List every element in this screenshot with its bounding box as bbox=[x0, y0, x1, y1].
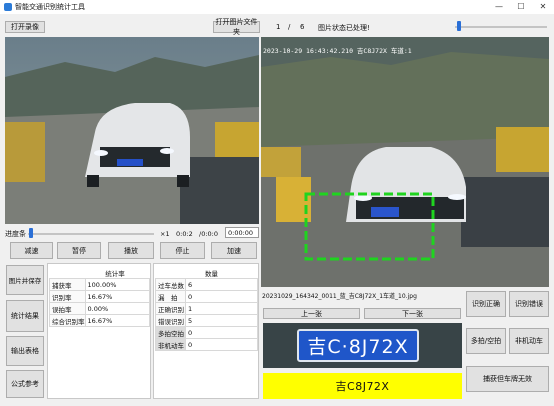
plate-crop-chars: 吉C·8J72X bbox=[297, 329, 419, 362]
stats-row: 识别率 16.67% bbox=[49, 290, 150, 303]
image-overlay-text: 2023-10-29 16:43:42.210 吉C8J72X 车道:1 bbox=[263, 47, 412, 55]
counts-row: 过车总数 6 bbox=[155, 278, 258, 291]
stats-row: 捕获率 100.00% bbox=[49, 278, 150, 291]
stats-header: 统计率 bbox=[105, 270, 125, 278]
counts-row-value: 0 bbox=[185, 290, 258, 303]
video-progress-thumb[interactable] bbox=[29, 228, 34, 238]
export-table-button[interactable]: 输出表格 bbox=[6, 336, 44, 366]
counts-row-value: 1 bbox=[185, 302, 258, 315]
counts-row-label: 非机动车 bbox=[155, 338, 186, 351]
video-player bbox=[5, 37, 259, 224]
counts-row: 错误识别 5 bbox=[155, 314, 258, 327]
stats-table-panel: 统计率 捕获率 100.00% 识别率 16.67% 误拍率 0.00% 综合识别率 16.6… bbox=[47, 263, 151, 399]
close-button[interactable]: ✕ bbox=[532, 0, 554, 14]
time-total: /0:0:0 bbox=[199, 230, 218, 238]
time-input[interactable]: 0:00:00 bbox=[225, 227, 259, 238]
stats-row-value: 100.00% bbox=[84, 278, 150, 291]
counts-row-value: 5 bbox=[185, 314, 258, 327]
speed-up-button[interactable]: 加速 bbox=[211, 242, 257, 259]
slow-button[interactable]: 减速 bbox=[10, 242, 53, 259]
page-current: 1 bbox=[276, 23, 281, 31]
non-motor-button[interactable]: 非机动车 bbox=[509, 328, 549, 354]
zoom-slider-thumb[interactable] bbox=[456, 21, 461, 31]
zoom-slider-track[interactable] bbox=[455, 26, 547, 28]
counts-row: 非机动车 0 bbox=[155, 338, 258, 351]
counts-row: 漏 拍0 bbox=[155, 290, 258, 303]
filename-label: 20231029_164342_0011_蓝_吉C8J72X_1车道_10.jp… bbox=[262, 293, 417, 300]
stats-table: 捕获率 100.00% 识别率 16.67% 误拍率 0.00% 综合识别率 16.67% bbox=[49, 278, 150, 327]
open-folder-button[interactable]: 打开图片文件夹 bbox=[213, 18, 260, 36]
counts-row: 多拍空拍 0 bbox=[155, 326, 258, 339]
counts-row-label: 漏 拍 bbox=[155, 290, 186, 303]
counts-table-panel: 数量 过车总数 6 漏 拍 0 正确识别 1 错误识别 5 多拍空拍 0 非机动车 0 bbox=[153, 263, 259, 399]
stats-result-button[interactable]: 统计结果 bbox=[6, 300, 44, 332]
counts-row: 正确识别 1 bbox=[155, 302, 258, 315]
counts-row-label: 过车总数 bbox=[155, 278, 186, 291]
title-bar: 智能交通识别统计工具 — ☐ ✕ bbox=[0, 0, 554, 14]
stats-row-label: 识别率 bbox=[49, 290, 86, 303]
stats-row-label: 捕获率 bbox=[49, 278, 86, 291]
video-progress-track[interactable] bbox=[28, 233, 154, 235]
stats-row-label: 误拍率 bbox=[49, 302, 86, 315]
play-button[interactable]: 播放 bbox=[108, 242, 154, 259]
plate-result-text: 吉C8J72X bbox=[263, 373, 462, 399]
captured-image: 2023-10-29 16:43:42.210 吉C8J72X 车道:1 bbox=[261, 37, 549, 287]
counts-row-label: 多拍空拍 bbox=[155, 326, 186, 339]
open-video-button[interactable]: 打开录像 bbox=[5, 21, 45, 33]
minimize-button[interactable]: — bbox=[488, 0, 510, 14]
time-current: 0:0:2 bbox=[176, 230, 193, 238]
stats-row-value: 0.00% bbox=[84, 302, 150, 315]
counts-row-label: 错误识别 bbox=[155, 314, 186, 327]
image-status-label: 图片状态: bbox=[318, 24, 349, 32]
stats-row-label: 综合识别率 bbox=[49, 314, 86, 327]
stats-row: 综合识别率 16.67% bbox=[49, 314, 150, 327]
counts-row-value: 0 bbox=[185, 326, 258, 339]
multi-empty-button[interactable]: 多拍/空拍 bbox=[466, 328, 506, 354]
page-sep: / bbox=[288, 23, 291, 31]
progress-label: 进度条 bbox=[5, 230, 26, 238]
counts-row-label: 正确识别 bbox=[155, 302, 186, 315]
app-icon bbox=[4, 3, 12, 11]
page-total: 6 bbox=[300, 23, 305, 31]
stats-row-value: 16.67% bbox=[84, 314, 150, 327]
image-status-value: 已处理! bbox=[346, 24, 370, 32]
counts-row-value: 0 bbox=[185, 338, 258, 351]
prev-button[interactable]: 上一张 bbox=[263, 308, 360, 319]
counts-table: 过车总数 6 漏 拍 0 正确识别 1 错误识别 5 多拍空拍 0 非机动车 0 bbox=[155, 278, 258, 351]
pause-button[interactable]: 暂停 bbox=[57, 242, 101, 259]
maximize-button[interactable]: ☐ bbox=[510, 0, 532, 14]
window-title: 智能交通识别统计工具 bbox=[15, 3, 85, 11]
stats-row-value: 16.67% bbox=[84, 290, 150, 303]
capture-invalid-button[interactable]: 捕获但车牌无效 bbox=[466, 366, 549, 392]
wrong-button[interactable]: 识别错误 bbox=[509, 291, 549, 317]
counts-row-value: 6 bbox=[185, 278, 258, 291]
save-screenshot-button[interactable]: 图片并保存 bbox=[6, 265, 44, 295]
playback-speed: ×1 bbox=[160, 230, 170, 238]
plate-crop-image: 吉C·8J72X bbox=[263, 323, 462, 368]
stop-button[interactable]: 停止 bbox=[160, 242, 205, 259]
next-button[interactable]: 下一张 bbox=[364, 308, 461, 319]
counts-header: 数量 bbox=[205, 270, 218, 278]
stats-row: 误拍率 0.00% bbox=[49, 302, 150, 315]
correct-button[interactable]: 识别正确 bbox=[466, 291, 506, 317]
formula-ref-button[interactable]: 公式参考 bbox=[6, 370, 44, 398]
